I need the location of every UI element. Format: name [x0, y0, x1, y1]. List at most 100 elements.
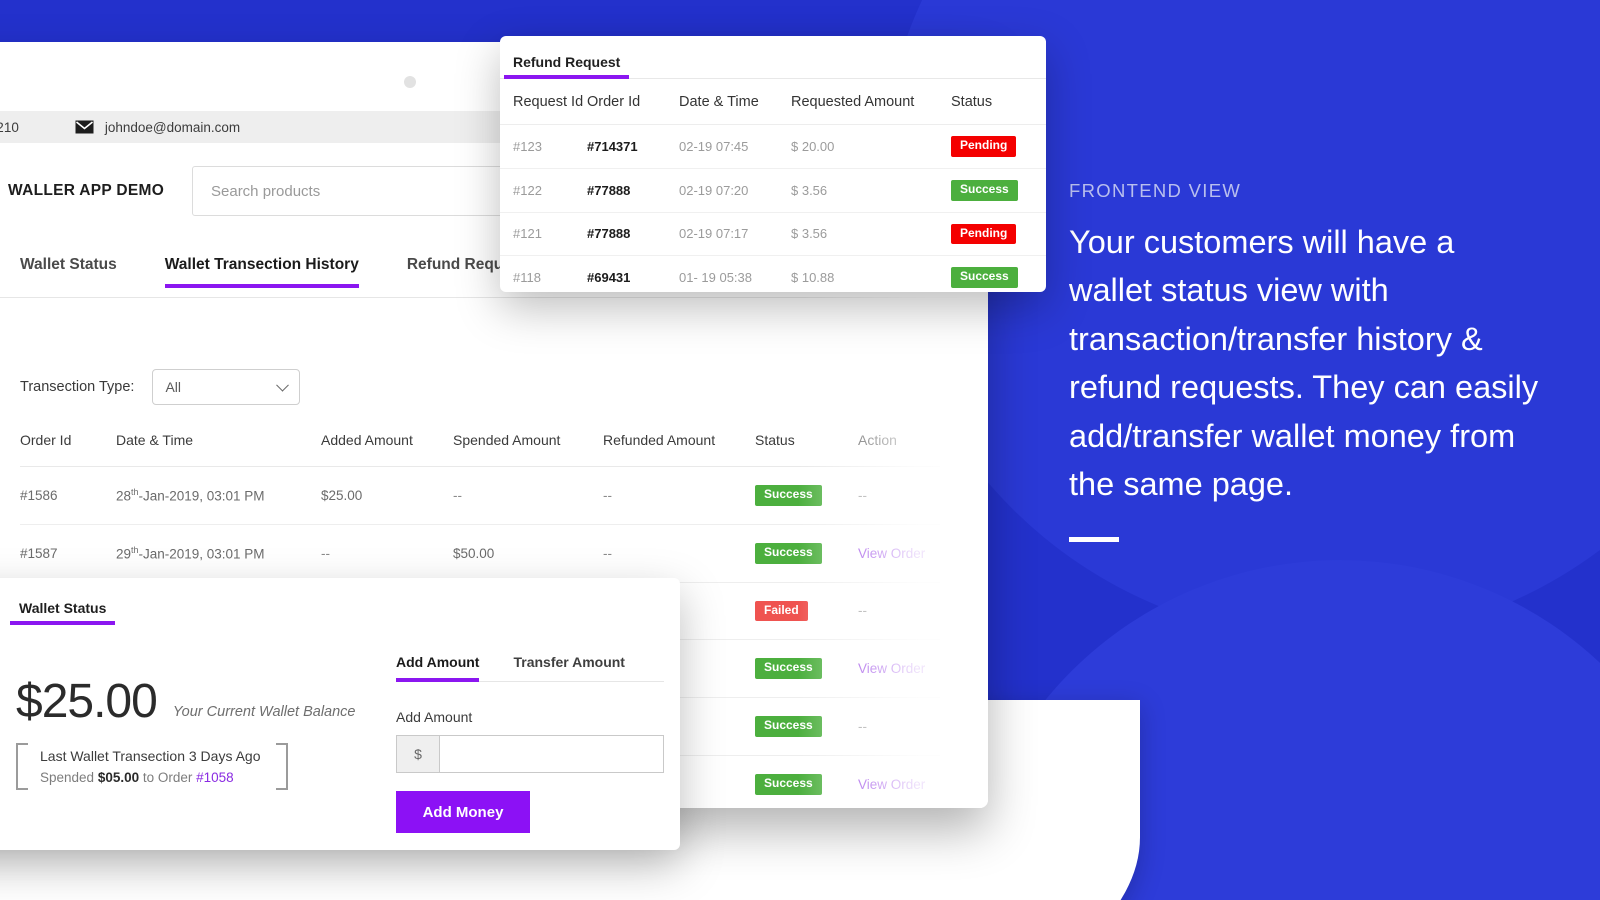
cell-action: -- — [858, 697, 940, 756]
cell-status: Success — [755, 697, 858, 756]
col-status: Status — [755, 424, 858, 467]
cell-action[interactable]: View Order — [858, 755, 940, 808]
envelope-icon — [75, 120, 94, 134]
col-refund-order-id: Order Id — [587, 79, 679, 125]
tab-wallet-status[interactable]: Wallet Status — [20, 256, 117, 287]
last-transection-headline: Last Wallet Transection 3 Days Ago — [40, 748, 261, 764]
view-order-link[interactable]: View Order — [858, 546, 925, 561]
cell-refund-status: Pending — [951, 212, 1046, 257]
cell-action[interactable]: View Order — [858, 639, 940, 699]
status-badge: Success — [755, 542, 822, 564]
refund-table-row: #121 #77888 02-19 07:17 $ 3.56 Pending — [500, 212, 1046, 257]
email-address: johndoe@domain.com — [104, 119, 241, 135]
cell-refund-date-time: 02-19 07:45 — [679, 124, 791, 169]
col-order-id: Order Id — [20, 424, 116, 467]
status-badge: Failed — [755, 600, 808, 622]
col-refund-status: Status — [951, 79, 1046, 125]
view-order-link[interactable]: View Order — [858, 661, 925, 676]
cell-action: -- — [858, 466, 940, 525]
wallet-balance-caption: Your Current Wallet Balance — [172, 704, 356, 720]
col-request-id: Request Id — [500, 79, 587, 125]
amount-input[interactable] — [440, 736, 663, 772]
cell-refund-status: Success — [951, 168, 1046, 213]
cell-status: Success — [755, 524, 858, 583]
currency-prefix: $ — [397, 736, 440, 772]
table-header-row: Order Id Date & Time Added Amount Spende… — [20, 424, 940, 467]
refund-table-row: #122 #77888 02-19 07:20 $ 3.56 Success — [500, 168, 1046, 213]
cell-spended-amount: -- — [453, 466, 603, 525]
tab-transfer-amount[interactable]: Transfer Amount — [513, 654, 625, 681]
promo-rule — [1069, 536, 1119, 542]
promo-block: FRONTEND VIEW Your customers will have a… — [1069, 180, 1539, 542]
col-added-amount: Added Amount — [321, 424, 453, 467]
cell-refund-date-time: 02-19 07:17 — [679, 212, 791, 257]
cell-refund-order-id: #77888 — [587, 168, 679, 213]
refund-card-tab[interactable]: Refund Request — [503, 54, 630, 79]
cell-date-time: 29th-Jan-2019, 03:01 PM — [116, 524, 321, 583]
transection-type-select[interactable]: All — [152, 369, 301, 405]
wallet-action-tabs: Add Amount Transfer Amount — [396, 654, 664, 682]
cell-refunded-amount: -- — [603, 466, 755, 525]
view-order-link[interactable]: View Order — [858, 777, 925, 792]
table-row: #1586 28th-Jan-2019, 03:01 PM $25.00 -- -- Su… — [20, 466, 940, 525]
last-tx-prefix: Spended — [40, 770, 98, 785]
cell-spended-amount: $50.00 — [453, 524, 603, 583]
transection-type-label: Transection Type: — [20, 379, 135, 395]
add-amount-label: Add Amount — [396, 709, 473, 725]
cell-refunded-amount: -- — [603, 524, 755, 583]
brand-name: WALLER APP DEMO — [8, 182, 165, 199]
promo-headline: Your customers will have a wallet status… — [1069, 224, 1539, 503]
cell-request-id: #123 — [500, 124, 587, 169]
refund-table-row: #123 #714371 02-19 07:45 $ 20.00 Pending — [500, 124, 1046, 169]
cell-order-id: #1587 — [20, 524, 116, 583]
add-money-button[interactable]: Add Money — [396, 791, 530, 833]
bracket-right-icon — [276, 743, 288, 790]
cell-requested-amount: $ 3.56 — [791, 168, 951, 213]
bracket-left-icon — [16, 743, 28, 790]
last-transection-detail: Spended $05.00 to Order #1058 — [40, 770, 266, 785]
cell-date-time: 28th-Jan-2019, 03:01 PM — [116, 466, 321, 525]
wallet-status-card: Wallet Status $25.00 Your Current Wallet… — [0, 578, 680, 850]
cell-refund-status: Pending — [951, 124, 1046, 169]
cell-requested-amount: $ 3.56 — [791, 212, 951, 257]
cell-status: Success — [755, 466, 858, 525]
cell-refund-order-id: #77888 — [587, 212, 679, 257]
transection-type-filter: Transection Type: All — [20, 369, 301, 405]
status-badge: Pending — [951, 136, 1017, 157]
chevron-down-icon — [276, 378, 290, 392]
last-transection-box: Last Wallet Transection 3 Days Ago Spend… — [16, 743, 288, 790]
cell-refund-date-time: 01- 19 05:38 — [679, 255, 791, 292]
cell-added-amount: $25.00 — [321, 466, 453, 525]
cell-action: -- — [858, 582, 940, 641]
panel-dot-decoration — [404, 76, 416, 88]
col-action: Action — [858, 424, 940, 467]
last-tx-order-link[interactable]: #1058 — [196, 770, 234, 785]
cell-status: Success — [755, 755, 858, 808]
cell-request-id: #118 — [500, 255, 587, 292]
tab-add-amount[interactable]: Add Amount — [396, 654, 480, 682]
refund-header-row: Request Id Order Id Date & Time Requeste… — [500, 79, 1046, 125]
cell-order-id: #1586 — [20, 466, 116, 525]
wallet-action-pane: Add Amount Transfer Amount Add Amount $ … — [396, 654, 664, 833]
status-badge: Success — [755, 658, 822, 680]
col-spended-amount: Spended Amount — [453, 424, 603, 467]
cell-refund-status: Success — [951, 255, 1046, 292]
status-badge: Success — [755, 716, 822, 737]
cell-refund-order-id: #714371 — [587, 124, 679, 169]
cell-request-id: #121 — [500, 212, 587, 257]
cell-requested-amount: $ 10.88 — [791, 255, 951, 292]
status-badge: Success — [755, 773, 822, 795]
refund-table-row: #118 #69431 01- 19 05:38 $ 10.88 Success — [500, 255, 1046, 292]
wallet-card-tab[interactable]: Wallet Status — [9, 600, 116, 625]
transection-type-value: All — [165, 379, 182, 395]
col-refund-date-time: Date & Time — [679, 79, 791, 125]
col-date-time: Date & Time — [116, 424, 321, 467]
cell-request-id: #122 — [500, 168, 587, 213]
cell-added-amount: -- — [321, 524, 453, 583]
tab-wallet-transection-history[interactable]: Wallet Transection History — [164, 256, 359, 288]
status-badge: Pending — [951, 223, 1017, 245]
col-refunded-amount: Refunded Amount — [603, 424, 755, 467]
cell-action[interactable]: View Order — [858, 524, 940, 583]
col-requested-amount: Requested Amount — [791, 79, 951, 125]
cell-requested-amount: $ 20.00 — [791, 124, 951, 169]
